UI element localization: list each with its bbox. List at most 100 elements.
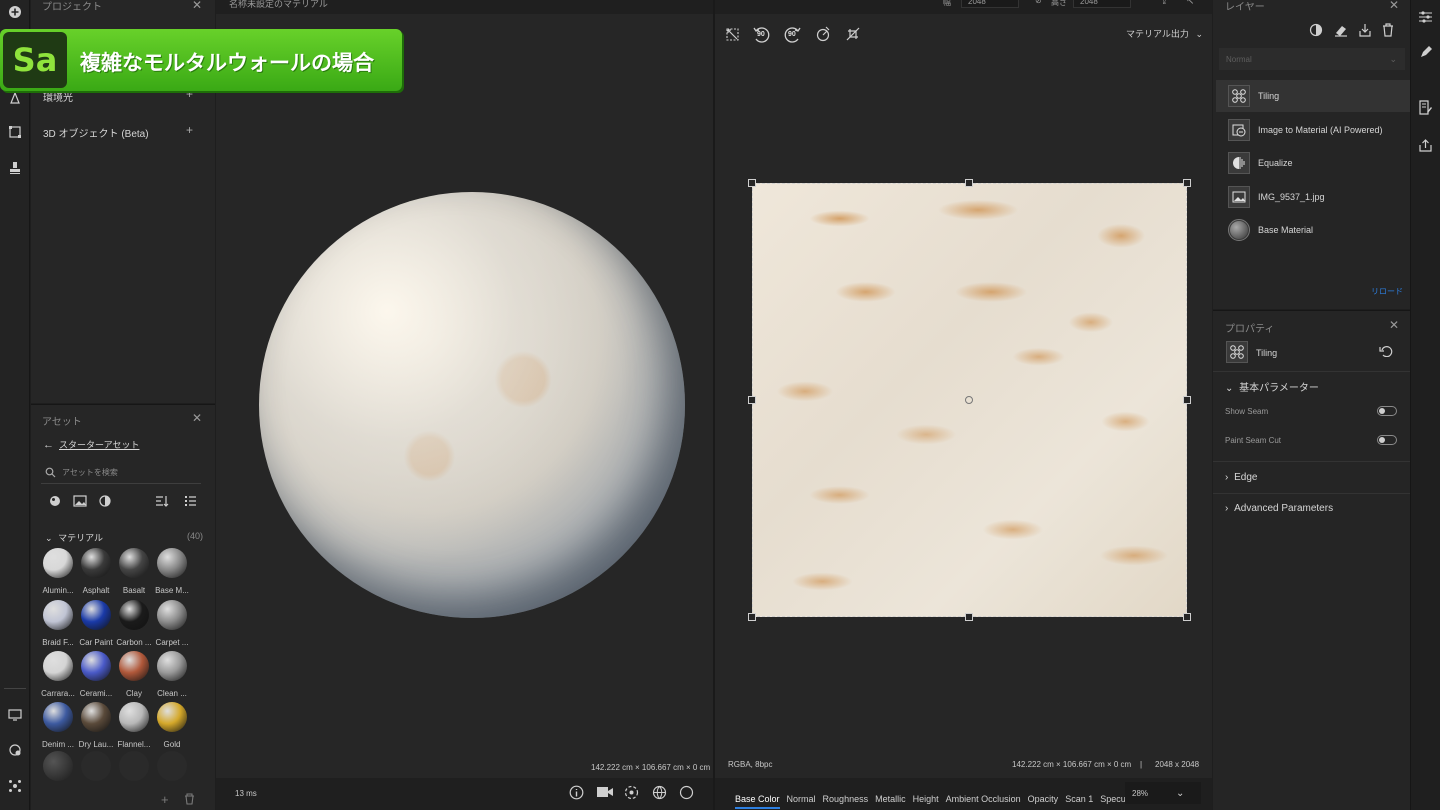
tab-height[interactable]: Height — [913, 794, 939, 804]
show-seam-toggle[interactable] — [1377, 406, 1397, 416]
filter-image-icon[interactable] — [73, 495, 87, 507]
tab-normal[interactable]: Normal — [787, 794, 816, 804]
layer-row-base-material[interactable]: Base Material — [1216, 214, 1410, 246]
export-icon[interactable]: ⇪ — [1160, 0, 1168, 7]
asset-thumb[interactable] — [81, 751, 111, 781]
info-icon[interactable] — [569, 785, 584, 800]
close-icon[interactable]: ✕ — [192, 411, 202, 425]
share-icon[interactable] — [1418, 138, 1433, 153]
2d-viewport[interactable]: 幅 2048 ⊘ 高さ 2048 ⇪ ↖ 90 90 マテリアル出力 ⌄ RGB… — [715, 0, 1212, 810]
asset-item[interactable]: Cerami... — [78, 651, 114, 698]
height-field[interactable]: 2048 — [1073, 0, 1131, 8]
paint-seam-cut-toggle[interactable] — [1377, 435, 1397, 445]
asset-item[interactable]: Asphalt — [78, 548, 114, 595]
transform-handle[interactable] — [748, 613, 756, 621]
crop-select-icon[interactable] — [5, 122, 25, 142]
pen-icon[interactable] — [1418, 45, 1433, 60]
filter-material-icon[interactable] — [49, 495, 61, 507]
layer-row-tiling[interactable]: Tiling — [1216, 80, 1410, 112]
add-asset-icon[interactable]: + — [161, 792, 169, 807]
transform-handle[interactable] — [1183, 396, 1191, 404]
search-field[interactable]: アセットを検索 — [41, 462, 201, 484]
material-output-dropdown[interactable]: マテリアル出力 ⌄ — [1126, 27, 1203, 40]
paint-layer-icon[interactable] — [1334, 23, 1348, 37]
rotate-right-icon[interactable]: 90 — [782, 25, 802, 45]
free-rotate-icon[interactable] — [815, 26, 831, 42]
tab-ambient-occlusion[interactable]: Ambient Occlusion — [946, 794, 1021, 804]
add-3d-object-button[interactable]: + — [186, 123, 193, 137]
advanced-section-header[interactable]: › Advanced Parameters — [1225, 503, 1333, 514]
transform-handle[interactable] — [748, 396, 756, 404]
asset-item[interactable]: Basalt — [116, 548, 152, 595]
environment-rotate-icon[interactable] — [624, 785, 639, 800]
width-field[interactable]: 2048 — [961, 0, 1019, 8]
stamp-icon[interactable] — [5, 158, 25, 178]
close-icon[interactable]: ✕ — [1389, 0, 1399, 12]
close-icon[interactable]: ✕ — [192, 0, 202, 12]
edge-section-header[interactable]: › Edge — [1225, 472, 1257, 483]
reset-transform-icon[interactable] — [846, 27, 860, 41]
3d-object-row[interactable]: 3D オブジェクト (Beta) — [43, 125, 149, 140]
asset-item[interactable]: Car Paint — [78, 600, 114, 647]
camera-icon[interactable] — [596, 785, 614, 799]
globe-icon[interactable] — [652, 785, 667, 800]
trash-icon[interactable] — [184, 793, 195, 805]
document-edit-icon[interactable] — [1418, 100, 1433, 115]
asset-thumb[interactable] — [157, 751, 187, 781]
asset-thumb[interactable] — [43, 751, 73, 781]
asset-item[interactable]: Carbon ... — [116, 600, 152, 647]
asset-item[interactable]: Alumin... — [40, 548, 76, 595]
transform-handle[interactable] — [1183, 179, 1191, 187]
add-fill-icon[interactable] — [1309, 23, 1323, 37]
layer-row-image[interactable]: IMG_9537_1.jpg — [1216, 181, 1410, 213]
asset-item[interactable]: Carrara... — [40, 651, 76, 698]
tab-scan[interactable]: Scan 1 — [1065, 794, 1093, 804]
globe-settings-icon[interactable] — [5, 740, 25, 760]
asset-thumb[interactable] — [119, 751, 149, 781]
zoom-dropdown[interactable]: 28% ⌄ — [1125, 782, 1201, 804]
layer-row-equalize[interactable]: Equalize — [1216, 147, 1410, 179]
transform-handle[interactable] — [965, 613, 973, 621]
reload-link[interactable]: リロード — [1371, 286, 1403, 297]
asset-item[interactable]: Gold — [154, 702, 190, 749]
back-to-starter-assets[interactable]: ← スターターアセット — [43, 438, 139, 451]
reset-icon[interactable] — [1379, 345, 1393, 357]
asset-item[interactable]: Braid F... — [40, 600, 76, 647]
material-preview-sphere[interactable] — [259, 192, 685, 618]
trash-icon[interactable] — [1382, 23, 1394, 37]
material-section-header[interactable]: ⌄ マテリアル — [45, 531, 103, 544]
asset-item[interactable]: Flannel... — [116, 702, 152, 749]
sort-icon[interactable] — [155, 495, 169, 507]
tab-roughness[interactable]: Roughness — [823, 794, 869, 804]
basic-params-header[interactable]: ⌄ 基本パラメーター — [1225, 379, 1319, 394]
pointer-icon[interactable]: ↖ — [1186, 0, 1194, 7]
asset-item[interactable]: Carpet ... — [154, 600, 190, 647]
link-icon[interactable]: ⊘ — [1035, 0, 1042, 5]
asset-item[interactable]: Clean ... — [154, 651, 190, 698]
asset-item[interactable]: Dry Lau... — [78, 702, 114, 749]
close-icon[interactable]: ✕ — [1389, 318, 1399, 332]
asset-item[interactable]: Base M... — [154, 548, 190, 595]
shading-icon[interactable] — [679, 785, 694, 800]
tab-opacity[interactable]: Opacity — [1028, 794, 1059, 804]
add-icon[interactable] — [5, 2, 25, 22]
import-icon[interactable] — [1358, 23, 1372, 37]
tab-metallic[interactable]: Metallic — [875, 794, 906, 804]
asset-item[interactable]: Denim ... — [40, 702, 76, 749]
transform-handle[interactable] — [965, 179, 973, 187]
plugin-icon[interactable] — [5, 776, 25, 796]
layer-row-image-to-material[interactable]: Image to Material (AI Powered) — [1216, 114, 1410, 146]
properties-toggle-icon[interactable] — [1418, 10, 1433, 24]
blend-mode-dropdown[interactable]: Normal ⌄ — [1219, 48, 1405, 70]
pivot-handle[interactable] — [965, 396, 973, 404]
monitor-icon[interactable] — [5, 705, 25, 725]
rotate-left-icon[interactable]: 90 — [752, 25, 772, 45]
transform-handle[interactable] — [748, 179, 756, 187]
filter-environment-icon[interactable] — [99, 495, 111, 507]
fit-view-icon[interactable] — [725, 27, 740, 42]
3d-viewport[interactable]: 名称未設定のマテリアル 142.222 cm × 106.667 cm × 0 … — [216, 0, 713, 810]
tab-base-color[interactable]: Base Color — [735, 794, 780, 809]
transform-handle[interactable] — [1183, 613, 1191, 621]
list-view-icon[interactable] — [184, 495, 197, 507]
asset-item[interactable]: Clay — [116, 651, 152, 698]
